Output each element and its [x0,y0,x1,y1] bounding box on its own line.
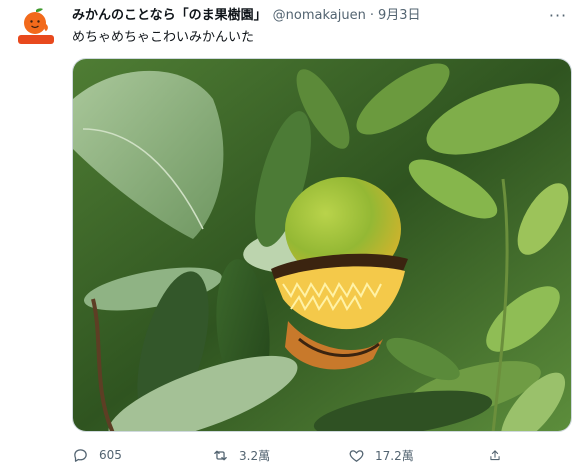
user-handle[interactable]: @nomakajuen [273,6,366,26]
heart-icon [349,449,364,462]
more-options-icon[interactable]: ··· [546,4,570,26]
share-icon [490,449,500,460]
retweet-icon [214,450,227,460]
avatar[interactable] [16,6,56,46]
display-name[interactable]: みかんのことなら「のま果樹園」 [72,6,267,26]
tweet-photo[interactable] [72,58,572,432]
tweet-date[interactable]: 9月3日 [378,6,421,26]
reply-count: 605 [99,448,122,462]
reply-icon [74,448,87,462]
retweet-count: 3.2萬 [239,448,271,463]
tweet-text: めちゃめちゃこわいみかんいた [72,30,255,45]
share-button[interactable] [488,447,512,464]
retweet-button[interactable]: 3.2萬 [212,447,348,464]
separator-dot: · [369,8,374,23]
orange-mascot-logo [18,8,54,44]
like-button[interactable]: 17.2萬 [348,447,488,464]
tweet-actions: 605 3.2萬 17.2萬 [72,442,512,468]
tweet-header: みかんのことなら「のま果樹園」 @nomakajuen · 9月3日 [72,6,540,26]
reply-button[interactable]: 605 [72,447,212,464]
like-count: 17.2萬 [375,448,414,463]
split-orange-photo [73,59,571,431]
